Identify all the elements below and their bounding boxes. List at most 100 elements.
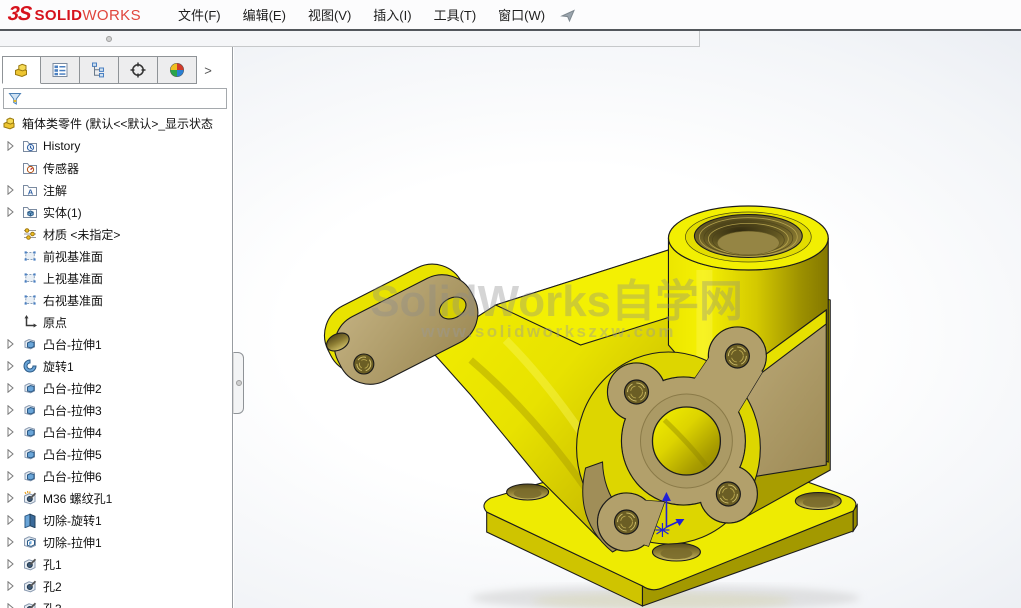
tree-item-label: 上视基准面 [43,270,103,287]
expand-arrow-icon[interactable] [7,581,22,591]
tree-item[interactable]: 凸台-拉伸1 [0,333,233,355]
tree-item-label: 凸台-拉伸2 [43,380,102,397]
dimxpertmanager-tab[interactable] [119,56,158,84]
tree-item[interactable]: 原点 [0,311,233,333]
expand-arrow-icon[interactable] [7,207,22,217]
logo-works: WORKS [82,7,141,24]
boss-extrude-icon [22,468,38,484]
configurationmanager-tab[interactable] [80,56,119,84]
menu-item-2[interactable]: 视图(V) [297,0,362,30]
expand-arrow-icon[interactable] [7,515,22,525]
revolve-icon [22,358,38,374]
tree-item-label: 凸台-拉伸6 [43,468,102,485]
logo-mark: 3S [6,3,32,26]
tree-item-label: 孔1 [43,556,62,573]
plane-icon [22,270,38,286]
tree-item[interactable]: 前视基准面 [0,245,233,267]
tree-root-item[interactable]: 箱体类零件 (默认<<默认>_显示状态 [2,113,213,133]
tree-item[interactable]: M36 螺纹孔1 [0,487,233,509]
hole-icon [22,556,38,572]
tree-item-label: 凸台-拉伸1 [43,336,102,353]
pin-icon[interactable] [558,7,578,23]
displaymanager-tab[interactable] [158,56,197,84]
tree-item-label: 切除-旋转1 [43,512,102,529]
strip-grip-icon[interactable] [106,36,112,42]
tree-root-label: 箱体类零件 (默认<<默认>_显示状态 [22,115,213,132]
tree-item-label: 孔3 [43,600,62,608]
expand-arrow-icon[interactable] [7,603,22,608]
tree-item-label: History [43,139,80,153]
logo-solid: SOLID [34,7,82,24]
propertymanager-tab[interactable] [41,56,80,84]
boss-extrude-icon [22,424,38,440]
part-model-3d[interactable]: SolidWorks自学网 www.solidworkszxw.com [234,31,1021,608]
expand-arrow-icon[interactable] [7,141,22,151]
svg-text:A: A [28,188,34,197]
tree-item[interactable]: 凸台-拉伸3 [0,399,233,421]
plane-icon [22,292,38,308]
tree-item[interactable]: 右视基准面 [0,289,233,311]
filter-funnel-icon [7,91,23,107]
sensors-folder-icon [22,160,38,176]
expand-arrow-icon[interactable] [7,185,22,195]
tree-item[interactable]: 孔2 [0,575,233,597]
tree-item[interactable]: 材质 <未指定> [0,223,233,245]
tree-item[interactable]: 凸台-拉伸2 [0,377,233,399]
viewport-canvas[interactable]: SolidWorks自学网 www.solidworkszxw.com [234,31,1021,608]
cut-revolve-icon [22,512,38,528]
tree-item[interactable]: 凸台-拉伸6 [0,465,233,487]
boss-extrude-icon [22,446,38,462]
tree-item[interactable]: 切除-拉伸1 [0,531,233,553]
commandmanager-strip[interactable] [0,31,700,47]
expand-arrow-icon[interactable] [7,383,22,393]
tree-item[interactable]: 孔3 [0,597,233,608]
menu-item-5[interactable]: 窗口(W) [487,0,556,30]
origin-icon [22,314,38,330]
tree-item-label: 传感器 [43,160,79,177]
tree-item-label: M36 螺纹孔1 [43,490,112,507]
filter-input[interactable] [23,90,226,107]
tree-item[interactable]: 上视基准面 [0,267,233,289]
tree-item[interactable]: History [0,135,233,157]
tree-item-label: 孔2 [43,578,62,595]
expand-arrow-icon[interactable] [7,493,22,503]
annotations-folder-icon: A [22,182,38,198]
tree-item[interactable]: 传感器 [0,157,233,179]
panel-splitter[interactable] [233,352,244,414]
expand-arrow-icon[interactable] [7,339,22,349]
tree-item[interactable]: 旋转1 [0,355,233,377]
tree-item-label: 右视基准面 [43,292,103,309]
cut-extrude-icon [22,534,38,550]
hole-wizard-icon [22,490,38,506]
tree-item[interactable]: 凸台-拉伸5 [0,443,233,465]
expand-arrow-icon[interactable] [7,537,22,547]
tab-overflow-chevron[interactable]: > [197,56,219,84]
expand-arrow-icon[interactable] [7,361,22,371]
solids-folder-icon [22,204,38,220]
boss-extrude-icon [22,402,38,418]
menu-item-4[interactable]: 工具(T) [423,0,488,30]
tree-item[interactable]: 凸台-拉伸4 [0,421,233,443]
menu-item-0[interactable]: 文件(F) [167,0,232,30]
tree-item-label: 凸台-拉伸5 [43,446,102,463]
expand-arrow-icon[interactable] [7,471,22,481]
expand-arrow-icon[interactable] [7,559,22,569]
featuremanager-tab[interactable] [2,56,41,84]
history-folder-icon [22,138,38,154]
expand-arrow-icon[interactable] [7,427,22,437]
tree-item-label: 注解 [43,182,67,199]
expand-arrow-icon[interactable] [7,405,22,415]
tree-item[interactable]: 实体(1) [0,201,233,223]
tree-item[interactable]: 孔1 [0,553,233,575]
menu-item-3[interactable]: 插入(I) [362,0,422,30]
feature-filter [3,88,227,109]
dimxpertmanager-tab-icon [129,61,147,79]
tree-item[interactable]: 切除-旋转1 [0,509,233,531]
tree-item-label: 材质 <未指定> [43,226,120,243]
configurationmanager-tab-icon [90,61,108,79]
expand-arrow-icon[interactable] [7,449,22,459]
hole-icon [22,578,38,594]
tree-item[interactable]: A 注解 [0,179,233,201]
boss-extrude-icon [22,336,38,352]
menu-item-1[interactable]: 编辑(E) [232,0,297,30]
